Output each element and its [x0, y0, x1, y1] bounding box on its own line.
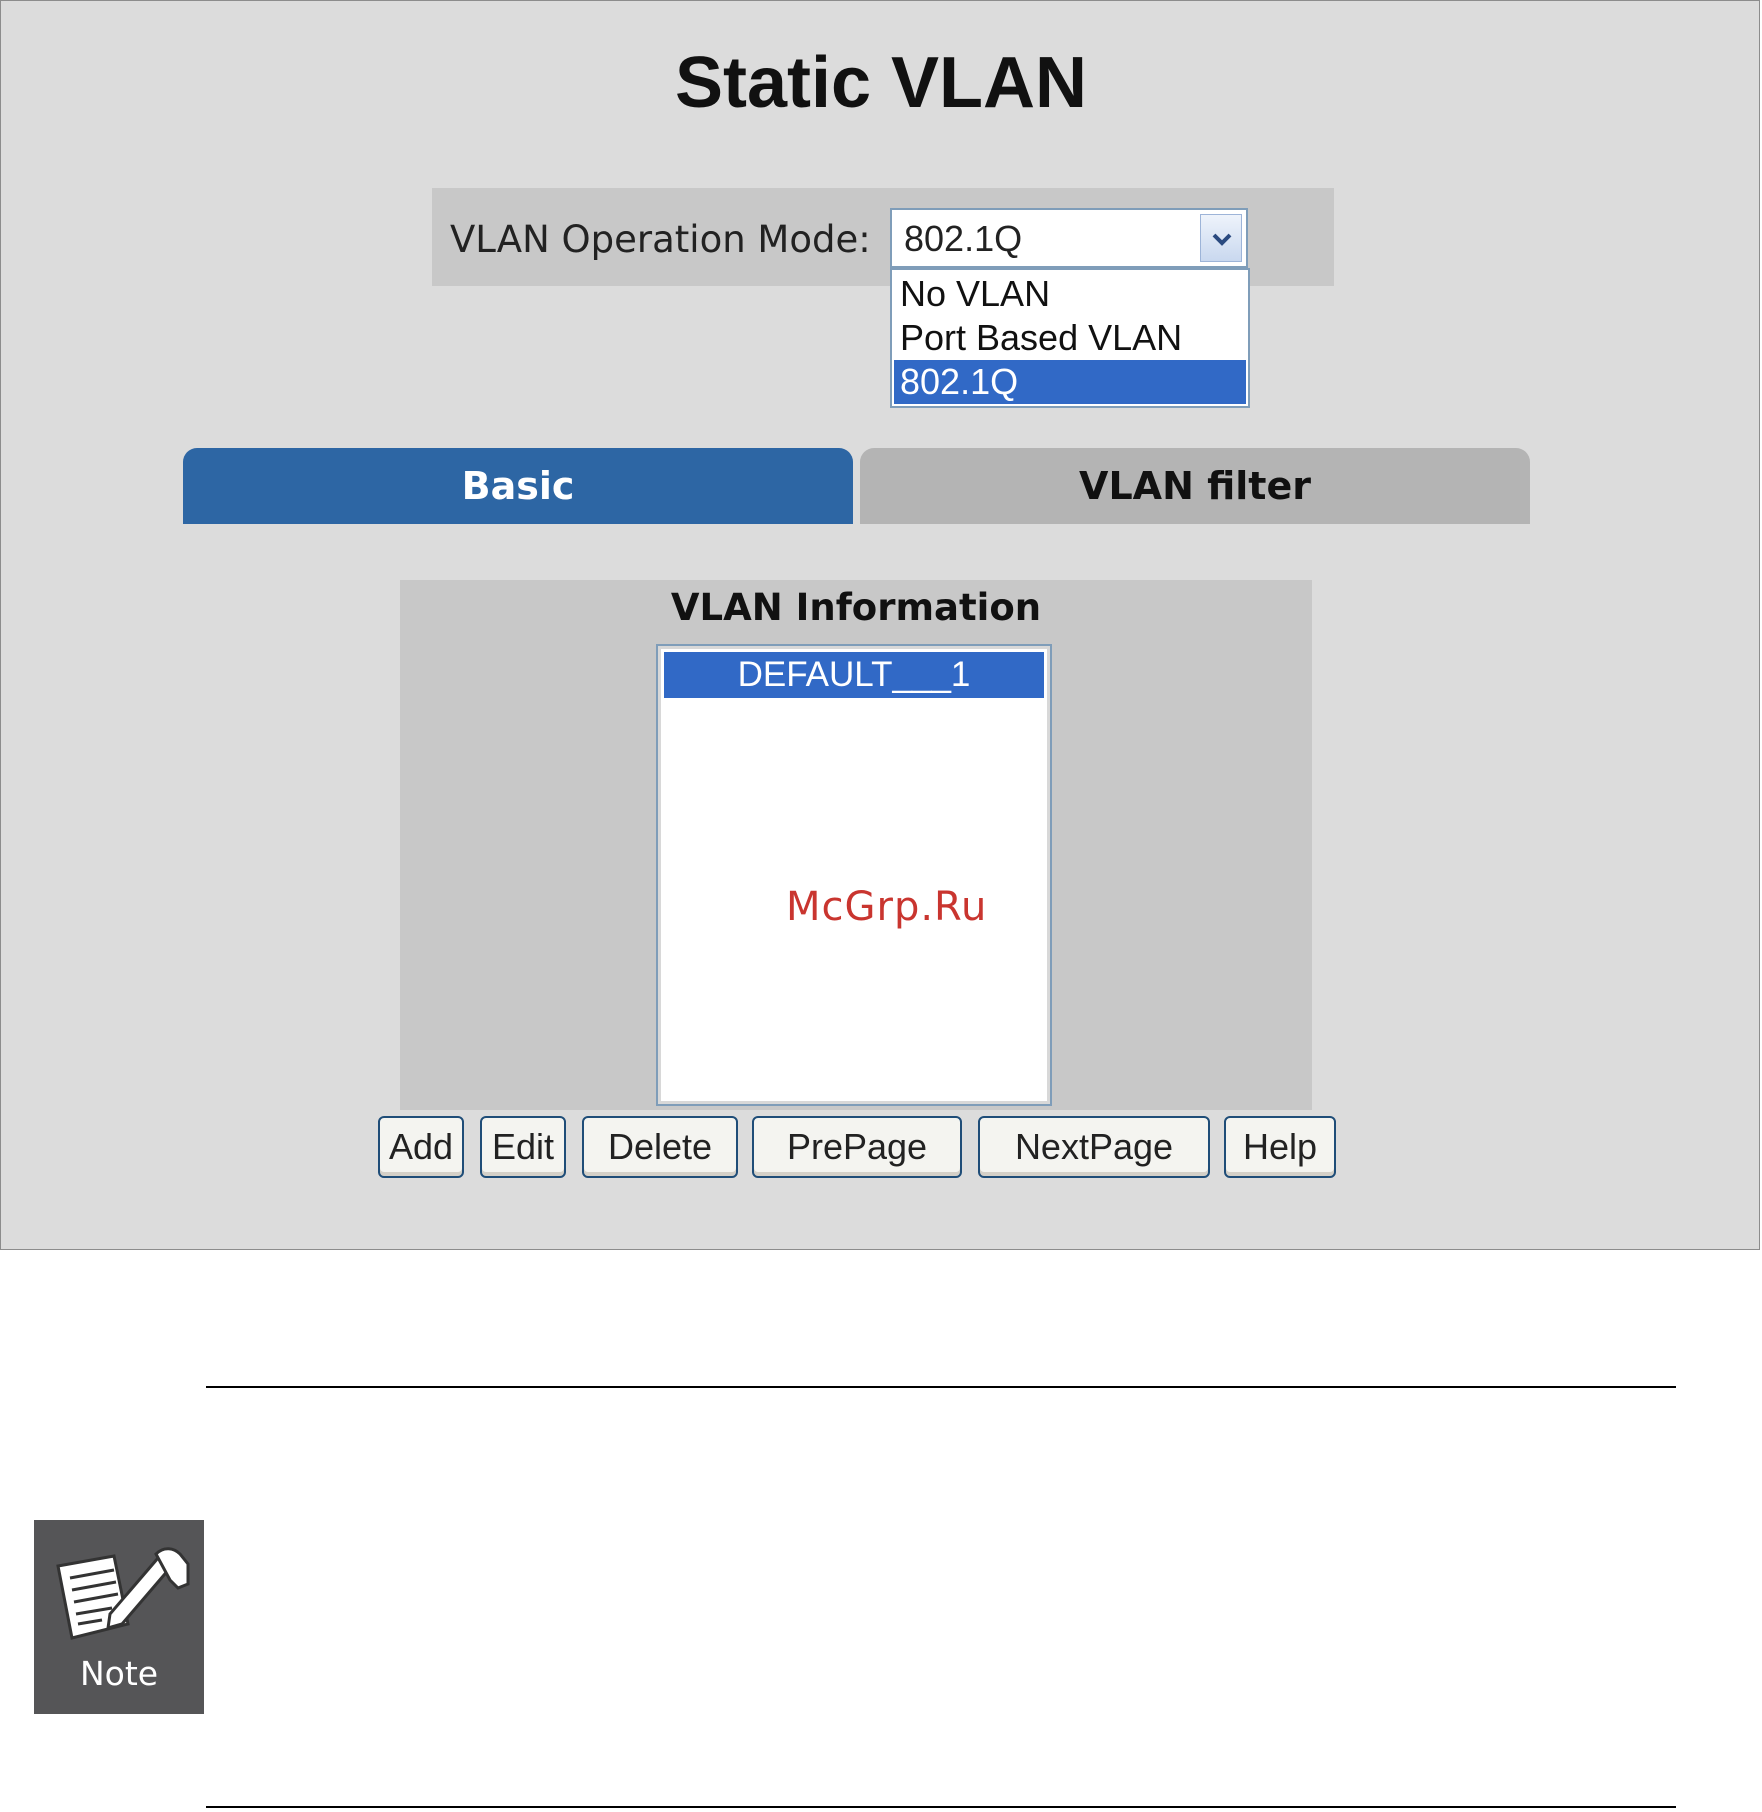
delete-button[interactable]: Delete [582, 1116, 738, 1178]
note-label: Note [79, 1654, 159, 1693]
operation-mode-label: VLAN Operation Mode: [450, 218, 871, 261]
operation-mode-dropdown: No VLAN Port Based VLAN 802.1Q [890, 268, 1250, 408]
prepage-button[interactable]: PrePage [752, 1116, 962, 1178]
help-button[interactable]: Help [1224, 1116, 1336, 1178]
tab-vlan-filter[interactable]: VLAN filter [860, 448, 1530, 524]
list-item[interactable]: DEFAULT___1 [664, 652, 1044, 698]
operation-mode-selected-value: 802.1Q [904, 218, 1023, 259]
note-pad-pen-icon [56, 1547, 190, 1640]
option-port-based-vlan[interactable]: Port Based VLAN [894, 316, 1246, 360]
divider-bottom [206, 1806, 1676, 1808]
vlan-information-title: VLAN Information [670, 586, 1042, 629]
add-button[interactable]: Add [378, 1116, 464, 1178]
divider-top [206, 1386, 1676, 1388]
vlan-list[interactable]: DEFAULT___1 [656, 644, 1052, 1106]
watermark: McGrp.Ru [786, 884, 988, 930]
option-802-1q[interactable]: 802.1Q [894, 360, 1246, 404]
page-title: Static VLAN [674, 43, 1088, 123]
option-no-vlan[interactable]: No VLAN [894, 272, 1246, 316]
chevron-down-icon[interactable] [1200, 214, 1242, 262]
nextpage-button[interactable]: NextPage [978, 1116, 1210, 1178]
tab-basic[interactable]: Basic [183, 448, 853, 524]
operation-mode-select[interactable]: 802.1Q [890, 208, 1248, 268]
edit-button[interactable]: Edit [480, 1116, 566, 1178]
